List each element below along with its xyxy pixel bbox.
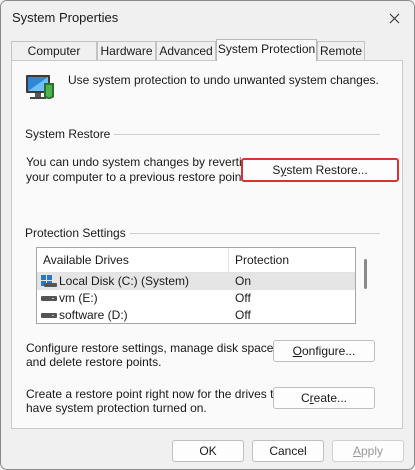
window-title: System Properties — [12, 10, 119, 25]
tab-system-protection[interactable]: System Protection — [216, 39, 317, 61]
table-row[interactable]: software (D:) Off — [37, 307, 355, 323]
drive-protection-status: On — [235, 274, 252, 288]
close-button[interactable] — [379, 6, 409, 30]
available-drives-list[interactable]: Available Drives Protection Local Disk (… — [36, 247, 356, 324]
create-button[interactable]: Create... — [273, 387, 375, 409]
drive-icon — [41, 296, 57, 301]
system-properties-window: System Properties Computer Name Hardware… — [0, 0, 415, 470]
drives-scrollbar[interactable] — [364, 255, 369, 295]
column-header-available-drives[interactable]: Available Drives — [43, 253, 129, 267]
drive-protection-status: Off — [235, 291, 251, 305]
drive-protection-status: Off — [235, 308, 251, 322]
list-header: Available Drives Protection — [37, 248, 355, 273]
close-icon — [389, 13, 399, 23]
tab-panel: Use system protection to undo unwanted s… — [11, 60, 403, 429]
tab-remote[interactable]: Remote — [317, 41, 365, 60]
drive-name: software (D:) — [59, 308, 128, 322]
title-bar: System Properties — [1, 1, 414, 37]
drive-icon — [41, 313, 57, 318]
drive-name: vm (E:) — [59, 291, 98, 305]
scrollbar-thumb[interactable] — [364, 259, 367, 289]
system-restore-heading: System Restore — [25, 127, 115, 141]
column-header-protection[interactable]: Protection — [235, 253, 289, 267]
system-restore-description-1: You can undo system changes by reverting — [26, 155, 256, 169]
system-restore-description-2: your computer to a previous restore poin… — [26, 170, 249, 184]
intro-text: Use system protection to undo unwanted s… — [68, 73, 379, 87]
system-drive-icon — [41, 275, 57, 287]
table-row[interactable]: vm (E:) Off — [37, 290, 355, 307]
configure-button[interactable]: Oonfigure... — [273, 340, 375, 362]
configure-description-1: Configure restore settings, manage disk … — [26, 341, 277, 355]
tab-advanced[interactable]: Advanced — [156, 41, 216, 60]
protection-settings-heading: Protection Settings — [25, 226, 130, 240]
ok-button[interactable]: OK — [172, 440, 244, 462]
tab-hardware[interactable]: Hardware — [97, 41, 156, 60]
drive-name: Local Disk (C:) (System) — [59, 274, 190, 288]
table-row[interactable]: Local Disk (C:) (System) On — [37, 273, 355, 290]
create-description-1: Create a restore point right now for the… — [26, 387, 291, 401]
column-separator[interactable] — [228, 248, 229, 272]
system-restore-button[interactable]: System Restore... — [241, 158, 399, 182]
configure-description-2: and delete restore points. — [26, 355, 162, 369]
create-description-2: have system protection turned on. — [26, 401, 207, 415]
apply-button[interactable]: Apply — [332, 440, 404, 462]
system-protection-icon — [26, 75, 54, 99]
tab-computer-name[interactable]: Computer Name — [11, 41, 97, 76]
cancel-button[interactable]: Cancel — [252, 440, 324, 462]
